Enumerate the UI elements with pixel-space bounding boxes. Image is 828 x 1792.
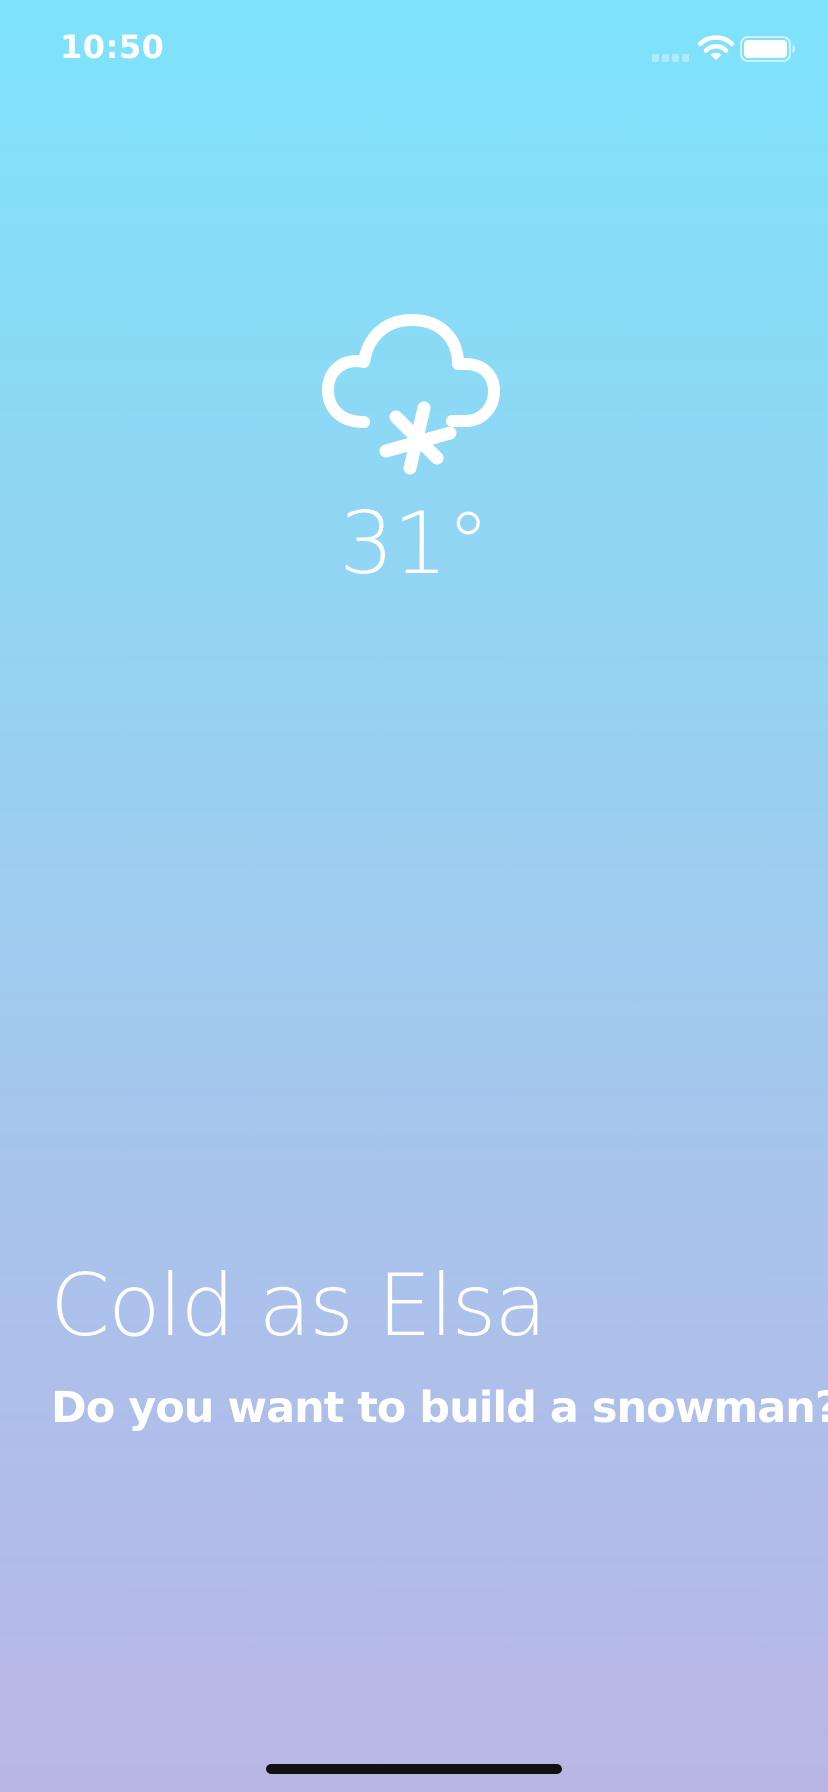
battery-icon [740, 36, 795, 62]
subline: Do you want to build a snowman? [51, 1383, 828, 1433]
wifi-icon [698, 35, 734, 60]
signal-icon [652, 54, 689, 62]
home-indicator[interactable] [266, 1764, 562, 1774]
weather-screen: 10:50 31° Cold as Elsa Do you want to bu… [0, 0, 828, 1792]
headline: Cold as Elsa [50, 1256, 547, 1356]
snow-cloud-icon [322, 314, 500, 475]
temperature-value: 31° [339, 494, 489, 594]
status-bar: 10:50 [0, 0, 828, 100]
status-time: 10:50 [60, 28, 165, 66]
